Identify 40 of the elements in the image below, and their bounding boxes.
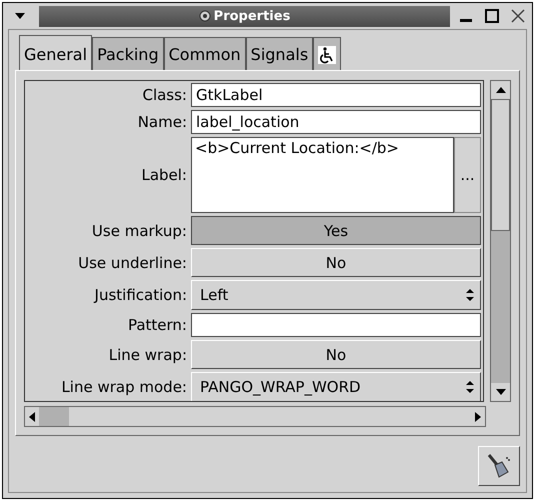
property-label: Line wrap mode: — [60, 378, 187, 396]
property-label: Use underline: — [77, 254, 187, 272]
property-label: Justification: — [92, 286, 187, 304]
vertical-scrollbar[interactable] — [490, 80, 511, 402]
scrollbar-thumb[interactable] — [491, 99, 510, 231]
right-arrow-icon — [475, 412, 481, 422]
property-label: Class: — [141, 86, 187, 104]
property-label: Use markup: — [90, 222, 187, 240]
spinner-arrows-icon — [466, 381, 474, 393]
dropdown[interactable]: Left — [191, 280, 481, 310]
down-arrow-icon — [496, 389, 506, 395]
property-label: Pattern: — [126, 316, 187, 334]
text-field[interactable] — [191, 313, 481, 337]
up-arrow-icon — [496, 87, 506, 93]
clear-button[interactable] — [478, 446, 520, 486]
toggle-button[interactable]: Yes — [191, 216, 481, 245]
maximize-icon[interactable] — [484, 8, 500, 24]
property-label: Line wrap: — [108, 346, 187, 364]
tab[interactable]: General — [19, 35, 92, 70]
broom-icon — [485, 452, 513, 480]
accessibility-icon — [318, 46, 336, 64]
tab[interactable]: Common — [164, 37, 246, 70]
property-label: Name: — [136, 113, 187, 131]
text-area[interactable]: <b>Current Location:</b> — [191, 137, 454, 213]
scrollbar-thumb[interactable] — [39, 407, 69, 426]
dropdown[interactable]: PANGO_WRAP_WORD — [191, 372, 481, 401]
toggle-button[interactable]: No — [191, 340, 481, 369]
window-title: Properties — [214, 8, 290, 24]
edit-button[interactable]: ... — [454, 137, 481, 213]
horizontal-scrollbar[interactable] — [24, 406, 486, 427]
text-field[interactable]: GtkLabel — [191, 83, 481, 107]
toggle-button[interactable]: No — [191, 248, 481, 277]
close-icon[interactable] — [510, 8, 526, 24]
tab[interactable]: Packing — [92, 37, 164, 70]
tab[interactable]: Signals — [246, 37, 314, 70]
property-label: Label: — [140, 166, 187, 184]
text-field[interactable]: label_location — [191, 110, 481, 134]
left-arrow-icon — [29, 412, 35, 422]
tab[interactable] — [313, 37, 342, 70]
spinner-arrows-icon — [466, 289, 474, 301]
